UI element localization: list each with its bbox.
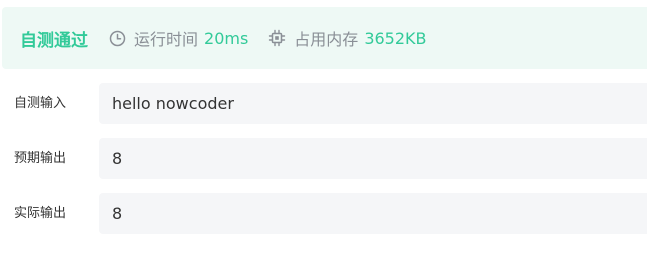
runtime-value: 20ms: [204, 28, 249, 48]
actual-output-label: 实际输出: [14, 206, 67, 221]
actual-output-field: 8: [99, 193, 647, 234]
result-status-bar: 自测通过 运行时间 20ms 占用内存 3652KB: [2, 7, 647, 69]
expected-output-row: 预期输出 8: [0, 138, 647, 179]
expected-output-field: 8: [99, 138, 647, 179]
memory-metric: 占用内存 3652KB: [268, 26, 427, 50]
self-test-input-label: 自测输入: [14, 96, 67, 111]
actual-output-row: 实际输出 8: [0, 193, 647, 234]
chip-icon: [268, 29, 286, 47]
memory-label: 占用内存: [294, 30, 359, 49]
status-title: 自测通过: [20, 30, 88, 51]
clock-icon: [108, 29, 126, 47]
memory-value: 3652KB: [364, 28, 427, 48]
runtime-label: 运行时间: [134, 30, 199, 49]
self-test-input-field[interactable]: hello nowcoder: [99, 83, 647, 124]
self-test-input-row: 自测输入 hello nowcoder: [0, 83, 647, 124]
expected-output-label: 预期输出: [14, 151, 67, 166]
runtime-metric: 运行时间 20ms: [108, 26, 248, 50]
